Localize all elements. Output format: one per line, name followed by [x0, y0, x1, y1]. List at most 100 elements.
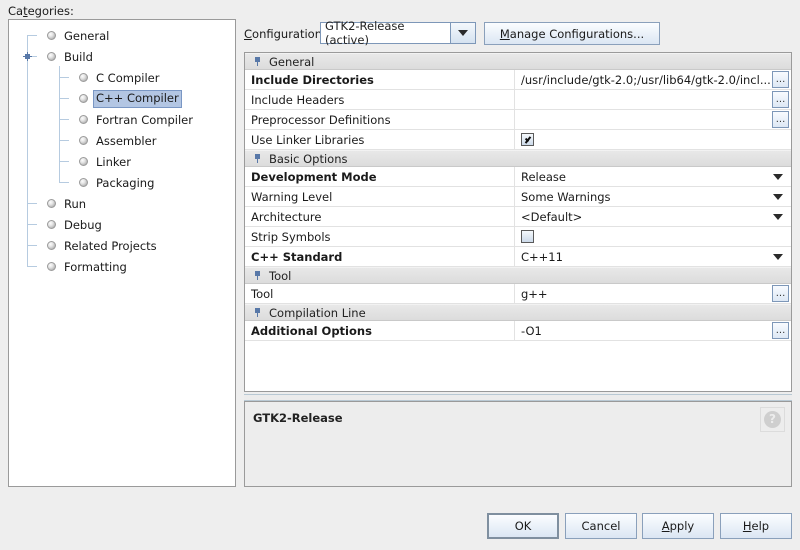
categories-label: Categories: [8, 4, 74, 18]
tree-item-label: Debug [64, 217, 102, 232]
section-collapse-handle-icon[interactable] [253, 57, 262, 66]
tree-item-related-projects[interactable]: Related Projects [9, 235, 235, 256]
property-row-additional-options[interactable]: Additional Options -O1... [245, 321, 791, 341]
property-row-tool[interactable]: Tool g++... [245, 284, 791, 304]
property-section-general[interactable]: General [245, 53, 791, 70]
configuration-combobox[interactable]: GTK2-Release (active) [320, 19, 476, 47]
help-button[interactable]: Help [720, 513, 792, 539]
section-collapse-handle-icon[interactable] [253, 308, 262, 317]
tree-item-cpp-compiler[interactable]: C++ Compiler [9, 88, 235, 109]
cancel-button-label: Cancel [581, 519, 621, 533]
property-value-text: /usr/include/gtk-2.0;/usr/lib64/gtk-2.0/… [521, 72, 771, 87]
property-value-cell[interactable]: C++11 [515, 247, 791, 266]
tree-item-label: Assembler [96, 133, 157, 148]
property-value-cell[interactable]: Release [515, 167, 791, 186]
tree-item-label: Build [64, 49, 93, 64]
property-value-text: g++ [521, 286, 548, 301]
property-sheet[interactable]: General Include Directories/usr/include/g… [244, 52, 792, 392]
property-name: Strip Symbols [245, 227, 515, 246]
configuration-dropdown-button[interactable] [450, 23, 475, 43]
manage-configurations-label: Manage Configurations... [499, 26, 645, 41]
tree-item-label: C++ Compiler [93, 89, 182, 108]
property-section-tool[interactable]: Tool [245, 267, 791, 284]
tree-item-label: General [64, 28, 110, 43]
chevron-down-icon[interactable] [773, 213, 783, 220]
browse-ellipsis-button[interactable]: ... [772, 111, 789, 128]
chevron-down-icon[interactable] [773, 253, 783, 260]
node-bullet-icon [47, 219, 56, 229]
tree-branch-level1 [59, 140, 69, 141]
browse-ellipsis-button[interactable]: ... [772, 285, 789, 302]
tree-item-general[interactable]: General [9, 25, 235, 46]
tree-item-label: Linker [96, 154, 131, 169]
section-collapse-handle-icon[interactable] [253, 271, 262, 280]
tree-item-fortran-compiler[interactable]: Fortran Compiler [9, 109, 235, 130]
tree-item-c-compiler[interactable]: C Compiler [9, 67, 235, 88]
tree-item-debug[interactable]: Debug [9, 214, 235, 235]
node-bullet-icon [79, 135, 88, 145]
property-name: Warning Level [245, 187, 515, 206]
property-value-text: <Default> [521, 209, 583, 224]
property-value-cell[interactable]: ... [515, 90, 791, 109]
context-help-button[interactable]: ? [760, 407, 785, 432]
property-value-cell[interactable]: -O1... [515, 321, 791, 340]
browse-ellipsis-button[interactable]: ... [772, 322, 789, 339]
checkbox-use-linker-libraries[interactable] [521, 133, 534, 146]
categories-tree-body: General Build C Compiler C++ Compiler Fortra… [9, 20, 235, 277]
property-name: Use Linker Libraries [245, 130, 515, 149]
property-row-use-linker-libraries[interactable]: Use Linker Libraries [245, 130, 791, 150]
browse-ellipsis-button[interactable]: ... [772, 71, 789, 88]
browse-ellipsis-button[interactable]: ... [772, 91, 789, 108]
chevron-down-icon[interactable] [773, 193, 783, 200]
tree-item-linker[interactable]: Linker [9, 151, 235, 172]
chevron-down-icon [458, 30, 468, 36]
question-mark-icon: ? [764, 411, 781, 428]
property-value-cell[interactable] [515, 227, 791, 246]
description-splitter[interactable] [244, 394, 792, 401]
checkbox-strip-symbols[interactable] [521, 230, 534, 243]
section-collapse-handle-icon[interactable] [253, 154, 262, 163]
property-value-cell[interactable]: <Default> [515, 207, 791, 226]
property-section-compilation-line[interactable]: Compilation Line [245, 304, 791, 321]
property-value-cell[interactable]: /usr/include/gtk-2.0;/usr/lib64/gtk-2.0/… [515, 70, 791, 89]
cancel-button[interactable]: Cancel [565, 513, 637, 539]
apply-button[interactable]: Apply [642, 513, 714, 539]
property-value-cell[interactable] [515, 130, 791, 149]
categories-tree[interactable]: General Build C Compiler C++ Compiler Fortra… [8, 19, 236, 487]
chevron-down-icon[interactable] [773, 173, 783, 180]
property-row-include-headers[interactable]: Include Headers... [245, 90, 791, 110]
tree-trunk-level1 [59, 66, 60, 182]
property-name: Include Headers [245, 90, 515, 109]
property-row-development-mode[interactable]: Development Mode Release [245, 167, 791, 187]
property-value-cell[interactable]: Some Warnings [515, 187, 791, 206]
property-row-strip-symbols[interactable]: Strip Symbols [245, 227, 791, 247]
tree-collapse-handle-icon[interactable] [23, 52, 32, 61]
tree-item-packaging[interactable]: Packaging [9, 172, 235, 193]
tree-item-assembler[interactable]: Assembler [9, 130, 235, 151]
property-value-cell[interactable]: ... [515, 110, 791, 129]
property-section-label: Compilation Line [269, 305, 366, 320]
apply-button-label: Apply [661, 519, 695, 533]
node-bullet-icon [47, 261, 56, 271]
property-row-preprocessor-definitions[interactable]: Preprocessor Definitions... [245, 110, 791, 130]
property-row-warning-level[interactable]: Warning Level Some Warnings [245, 187, 791, 207]
tree-item-label: Packaging [96, 175, 155, 190]
ok-button[interactable]: OK [487, 513, 559, 539]
property-section-basic-options[interactable]: Basic Options [245, 150, 791, 167]
property-value-text: Some Warnings [521, 189, 611, 204]
manage-configurations-button[interactable]: Manage Configurations... [484, 22, 660, 45]
property-name: Architecture [245, 207, 515, 226]
tree-item-run[interactable]: Run [9, 193, 235, 214]
property-value-text: -O1 [521, 323, 542, 338]
property-value-cell[interactable]: g++... [515, 284, 791, 303]
node-bullet-icon [47, 198, 56, 208]
tree-item-build[interactable]: Build [9, 46, 235, 67]
property-row-architecture[interactable]: Architecture <Default> [245, 207, 791, 227]
tree-item-formatting[interactable]: Formatting [9, 256, 235, 277]
tree-item-label: Formatting [64, 259, 127, 274]
tree-item-label: Fortran Compiler [96, 112, 193, 127]
property-row-include-directories[interactable]: Include Directories/usr/include/gtk-2.0;… [245, 70, 791, 90]
configuration-selected-value: GTK2-Release (active) [321, 19, 450, 47]
node-bullet-icon [47, 30, 56, 40]
property-row-cpp-standard[interactable]: C++ Standard C++11 [245, 247, 791, 267]
